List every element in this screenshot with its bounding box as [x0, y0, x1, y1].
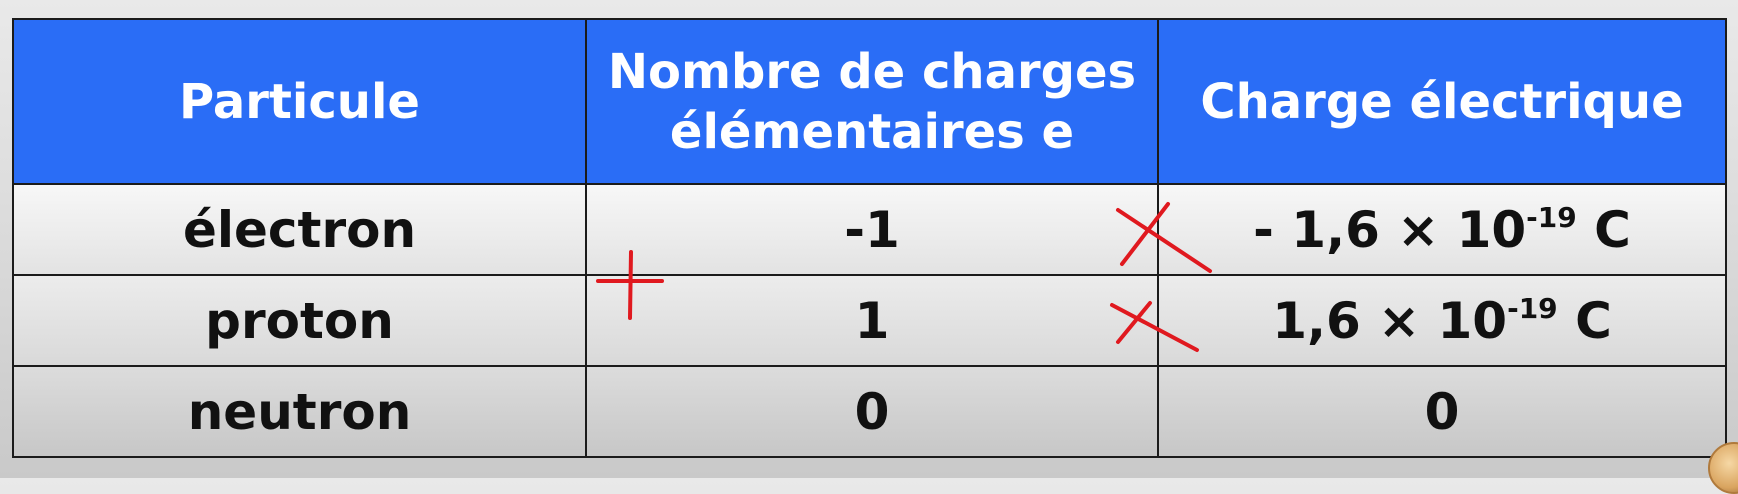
charge-exponent: -19 [1507, 291, 1558, 325]
table-header-row: Particule Nombre de charges élémentaires… [14, 20, 1725, 185]
particle-name: électron [182, 200, 417, 259]
charge-value: 0 [1424, 382, 1460, 441]
charge-unit: C [1557, 291, 1612, 350]
cell-particle: neutron [14, 367, 587, 456]
charge-value: - 1,6 × 10-19 C [1253, 201, 1631, 259]
charge-exponent: -19 [1526, 200, 1577, 234]
header-count-line2: élémentaires e [669, 103, 1075, 160]
cell-count: 0 [587, 367, 1159, 456]
charge-count: 1 [854, 291, 890, 350]
page: Particule Nombre de charges élémentaires… [0, 0, 1738, 494]
cell-charge: - 1,6 × 10-19 C [1159, 185, 1725, 274]
header-particle: Particule [14, 20, 587, 183]
cell-particle: électron [14, 185, 587, 274]
header-charge: Charge électrique [1159, 20, 1725, 183]
header-particle-label: Particule [179, 73, 420, 130]
charge-mantissa: - 1,6 × 10 [1253, 200, 1527, 259]
charge-table: Particule Nombre de charges élémentaires… [12, 18, 1727, 458]
header-count: Nombre de charges élémentaires e [587, 20, 1159, 183]
charge-count: 0 [854, 382, 890, 441]
charge-value: 1,6 × 10-19 C [1272, 292, 1612, 350]
cell-particle: proton [14, 276, 587, 365]
table-row-neutron: neutron 0 0 [14, 367, 1725, 456]
charge-mantissa: 1,6 × 10 [1272, 291, 1508, 350]
cell-count: 1 [587, 276, 1159, 365]
cell-count: -1 [587, 185, 1159, 274]
header-charge-label: Charge électrique [1200, 73, 1684, 130]
header-count-line1: Nombre de charges [607, 43, 1137, 100]
charge-unit: C [1576, 200, 1631, 259]
cell-charge: 1,6 × 10-19 C [1159, 276, 1725, 365]
table-row-electron: électron -1 - 1,6 × 10-19 C [14, 185, 1725, 276]
cell-charge: 0 [1159, 367, 1725, 456]
particle-name: neutron [187, 382, 412, 441]
table-row-proton: proton 1 1,6 × 10-19 C [14, 276, 1725, 367]
particle-name: proton [205, 291, 394, 350]
charge-count: -1 [844, 200, 900, 259]
